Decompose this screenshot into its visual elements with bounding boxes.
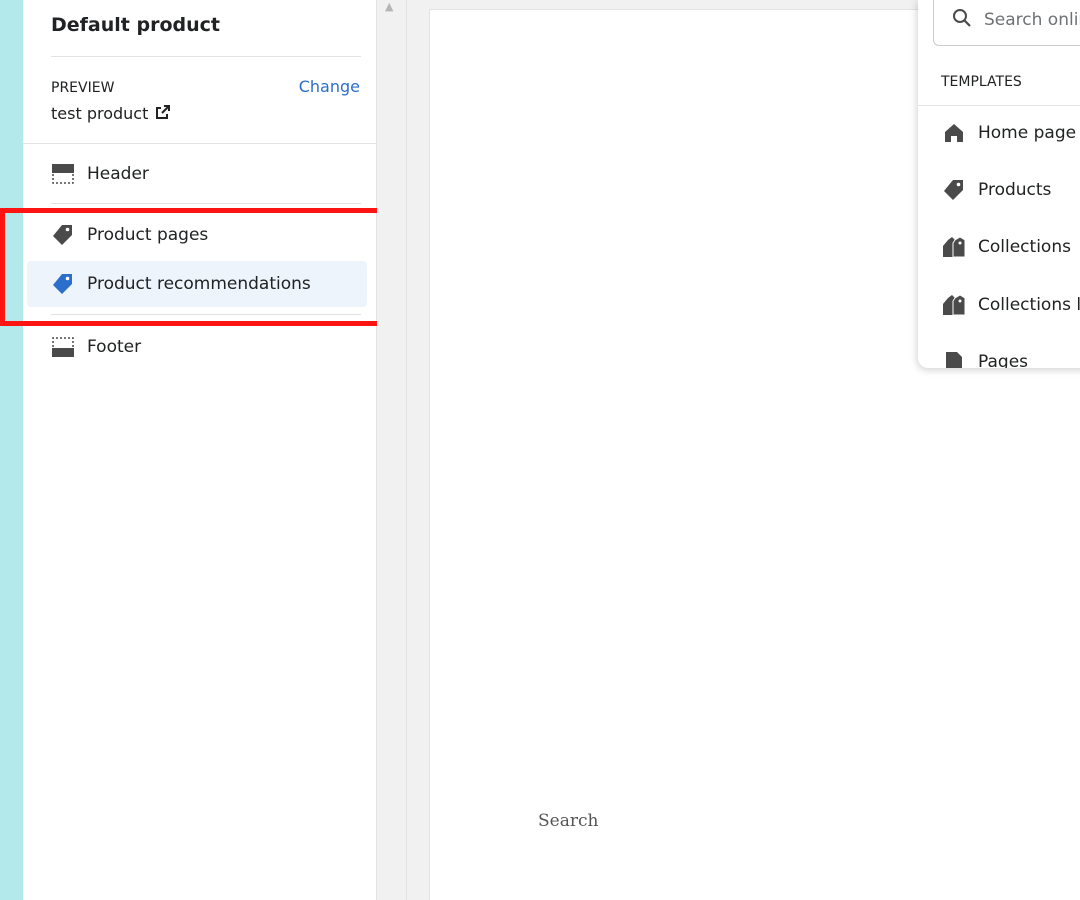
footer-layout-icon: [51, 335, 75, 359]
tag-icon: [51, 223, 75, 247]
section-label: Header: [87, 164, 149, 184]
section-header[interactable]: Header: [27, 151, 367, 197]
section-label: Footer: [87, 337, 142, 357]
collections-icon: [942, 293, 966, 317]
change-preview-link[interactable]: Change: [299, 77, 360, 96]
divider: [51, 56, 361, 57]
template-item-collections-list[interactable]: Collections list: [918, 282, 1080, 328]
divider: [23, 143, 377, 144]
template-item-label: Home page: [978, 123, 1077, 143]
scroll-up-arrow-icon[interactable]: ▲: [385, 0, 393, 13]
tag-icon: [942, 178, 966, 202]
section-label: Product pages: [87, 225, 209, 245]
collections-icon: [942, 235, 966, 259]
home-icon: [942, 121, 966, 145]
section-product-recommendations[interactable]: Product recommendations: [27, 261, 367, 307]
template-item-label: Pages: [978, 352, 1029, 368]
template-item-label: Collections list: [978, 295, 1080, 315]
scrollbar[interactable]: ▲: [377, 0, 407, 900]
section-label: Product recommendations: [87, 274, 311, 294]
search-placeholder: Search online store: [984, 10, 1080, 30]
external-link-icon: [156, 104, 171, 123]
divider: [51, 203, 361, 204]
template-title: Default product: [51, 14, 220, 36]
accent-strip: [0, 0, 23, 900]
template-item-label: Products: [978, 180, 1052, 200]
template-item-label: Collections: [978, 237, 1071, 257]
theme-editor-sidebar: Default product PREVIEW Change test prod…: [23, 0, 377, 900]
templates-heading: TEMPLATES: [941, 74, 1022, 90]
page-icon: [942, 350, 966, 368]
store-search-link[interactable]: Search: [538, 811, 598, 831]
preview-label: PREVIEW: [51, 80, 115, 96]
preview-product-link[interactable]: test product: [51, 104, 171, 123]
template-item-home-page[interactable]: Home page: [918, 110, 1080, 156]
template-item-products[interactable]: Products: [918, 167, 1080, 213]
header-layout-icon: [51, 162, 75, 186]
divider: [51, 314, 361, 315]
template-search-input[interactable]: Search online store: [933, 0, 1080, 46]
preview-product-name: test product: [51, 104, 149, 123]
template-item-collections[interactable]: Collections: [918, 224, 1080, 270]
divider: [918, 105, 1080, 106]
template-item-pages[interactable]: Pages: [918, 339, 1080, 368]
search-icon: [952, 8, 972, 32]
template-selector-dropdown: Search online store TEMPLATES Home page …: [918, 0, 1080, 368]
tag-icon: [51, 272, 75, 296]
section-product-pages[interactable]: Product pages: [27, 212, 367, 258]
section-footer[interactable]: Footer: [27, 324, 367, 370]
